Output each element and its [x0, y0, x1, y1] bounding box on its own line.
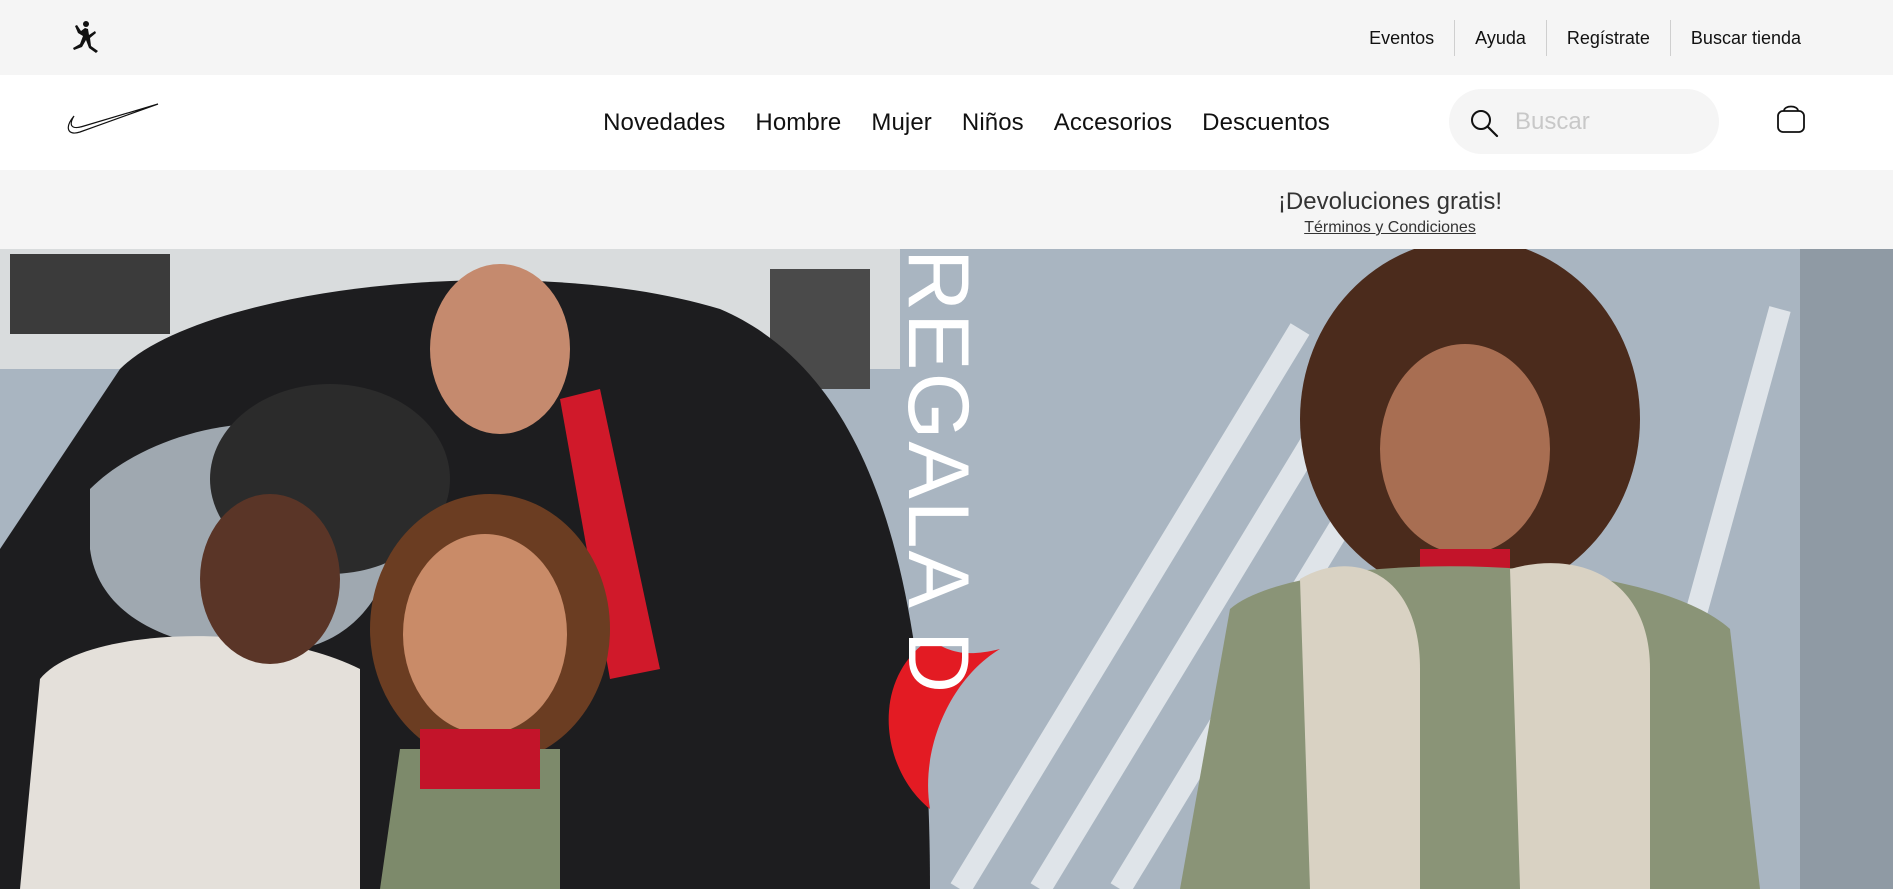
utility-link-buscar-tienda[interactable]: Buscar tienda: [1669, 20, 1821, 56]
nav-item-accesorios[interactable]: Accesorios: [1054, 109, 1172, 137]
main-nav: Novedades Hombre Mujer Niños Accesorios …: [0, 75, 1893, 170]
search-box[interactable]: [1449, 89, 1719, 154]
nav-item-ninos[interactable]: Niños: [962, 109, 1024, 137]
jordan-jumpman-icon[interactable]: [68, 20, 104, 54]
promo-title: ¡Devoluciones gratis!: [1277, 188, 1503, 215]
hero-headline: REGALA D: [890, 249, 986, 696]
hero-banner[interactable]: REGALA D: [0, 249, 1893, 889]
search-input[interactable]: [1513, 101, 1707, 143]
utility-bar: Eventos Ayuda Regístrate Buscar tienda: [0, 0, 1893, 76]
nav-item-hombre[interactable]: Hombre: [755, 109, 841, 137]
utility-link-eventos[interactable]: Eventos: [1349, 20, 1454, 56]
nav-item-descuentos[interactable]: Descuentos: [1202, 109, 1330, 137]
promo-banner: ¡Devoluciones gratis! Términos y Condici…: [0, 170, 1893, 249]
utility-links: Eventos Ayuda Regístrate Buscar tienda: [1349, 20, 1821, 56]
nike-swoosh-icon[interactable]: [62, 98, 162, 142]
nav-item-novedades[interactable]: Novedades: [603, 109, 725, 137]
promo-terms-link[interactable]: Términos y Condiciones: [1140, 219, 1640, 237]
utility-link-ayuda[interactable]: Ayuda: [1454, 20, 1546, 56]
shopping-bag-icon[interactable]: [1773, 100, 1809, 136]
utility-link-registrate[interactable]: Regístrate: [1545, 20, 1670, 56]
nav-item-mujer[interactable]: Mujer: [871, 109, 932, 137]
search-icon[interactable]: [1468, 107, 1500, 139]
